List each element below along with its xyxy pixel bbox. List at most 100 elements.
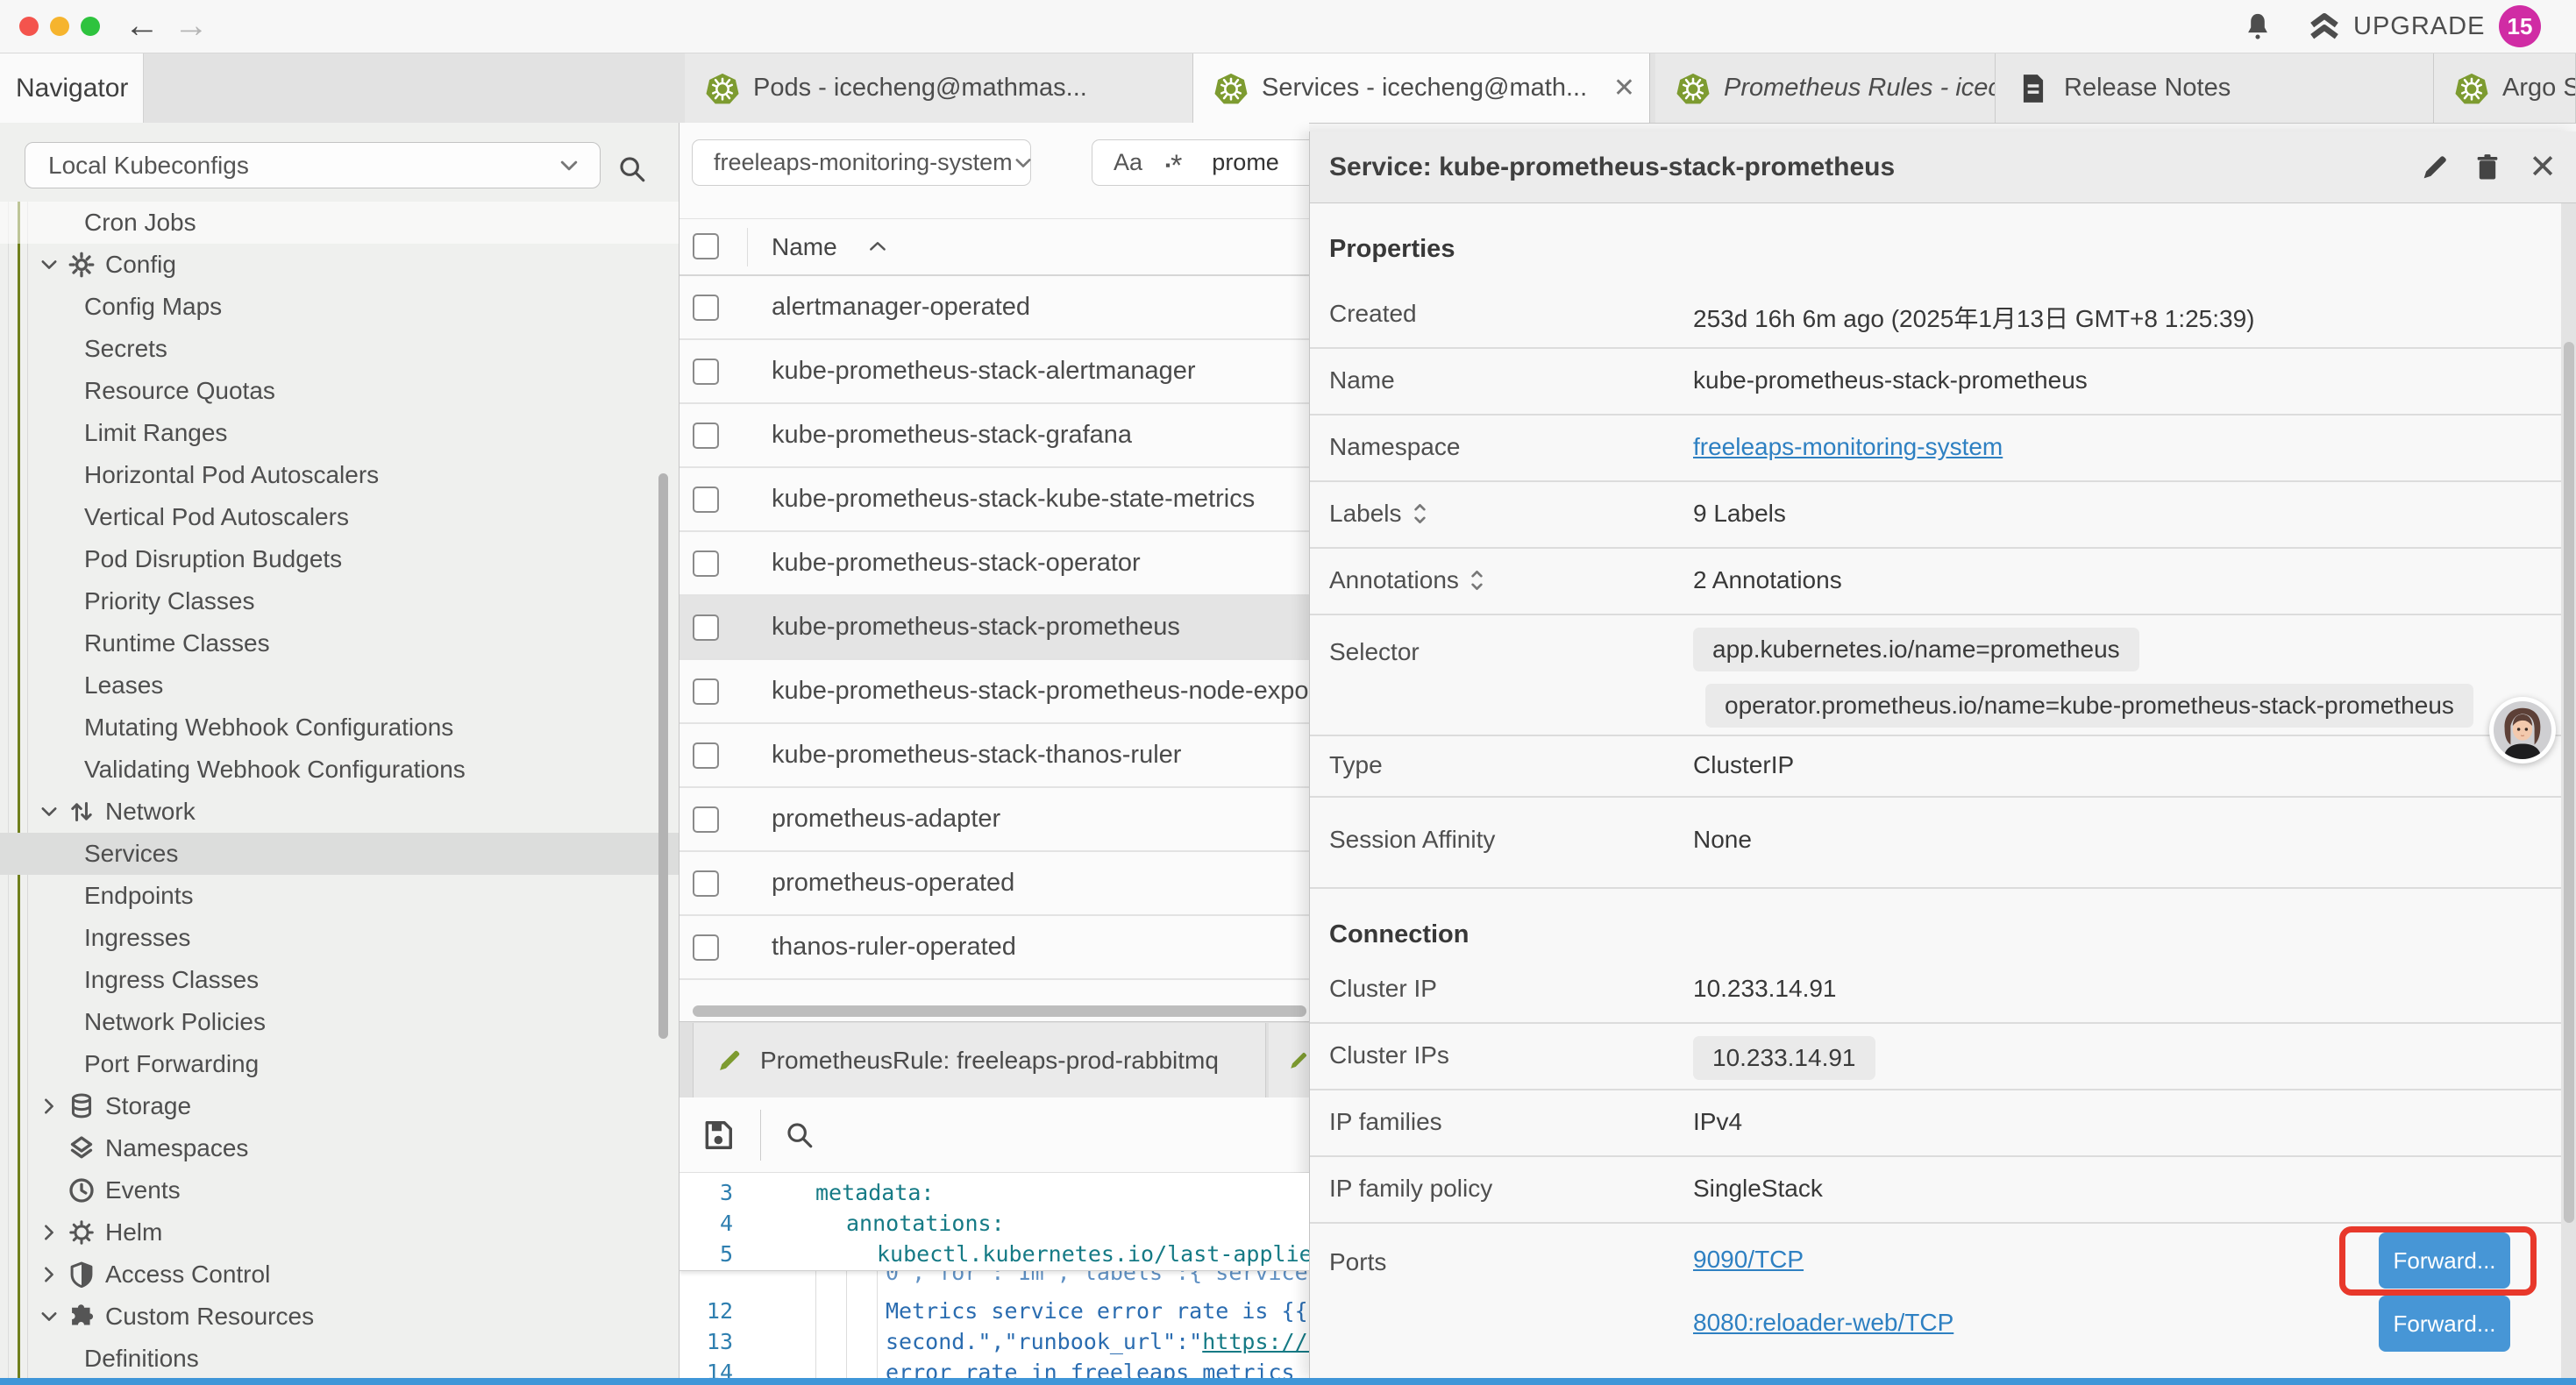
sidebar-item-namespaces[interactable]: Namespaces [0, 1127, 680, 1169]
chevron-down-icon[interactable] [39, 254, 60, 275]
sidebar-item-resource-quotas[interactable]: Resource Quotas [0, 370, 680, 412]
table-row[interactable]: kube-prometheus-stack-operator [680, 532, 1309, 596]
sidebar-item-services[interactable]: Services [0, 833, 680, 875]
row-checkbox[interactable] [693, 678, 719, 705]
sidebar-item-config[interactable]: Config [0, 244, 680, 286]
sidebar-item-leases[interactable]: Leases [0, 664, 680, 707]
yaml-editor[interactable]: 3metadata:4annotations:5kubectl.kubernet… [680, 1173, 1309, 1378]
row-checkbox[interactable] [693, 550, 719, 577]
close-icon[interactable]: ✕ [2525, 144, 2560, 174]
sidebar-item-priority-classes[interactable]: Priority Classes [0, 580, 680, 622]
table-row[interactable]: kube-prometheus-stack-kube-state-metrics [680, 468, 1309, 532]
sidebar-item-vertical-pod-autoscalers[interactable]: Vertical Pod Autoscalers [0, 496, 680, 538]
edit-pencil-icon[interactable] [2420, 153, 2450, 182]
back-button[interactable]: ← [125, 0, 160, 53]
chevron-down-icon[interactable] [39, 1306, 60, 1327]
forward-button[interactable]: → [174, 0, 209, 53]
notifications-bell-icon[interactable] [2243, 11, 2273, 41]
trash-icon[interactable] [2473, 153, 2502, 182]
window-minimize-button[interactable] [50, 17, 69, 36]
forward-button[interactable]: Forward... [2379, 1296, 2510, 1352]
tab-services-icecheng-math[interactable]: Services - icecheng@math...✕ [1193, 53, 1650, 123]
match-case-toggle[interactable]: Aa [1114, 149, 1142, 176]
sort-ascending-icon[interactable] [868, 240, 887, 254]
editor-tab-secondary[interactable] [1269, 1023, 1309, 1098]
row-checkbox[interactable] [693, 806, 719, 833]
sidebar-item-runtime-classes[interactable]: Runtime Classes [0, 622, 680, 664]
sidebar-item-endpoints[interactable]: Endpoints [0, 875, 680, 917]
row-checkbox[interactable] [693, 359, 719, 385]
horizontal-scrollbar[interactable] [693, 1005, 1306, 1017]
table-row[interactable]: kube-prometheus-stack-prometheus-node-ex… [680, 660, 1309, 724]
sidebar-item-definitions[interactable]: Definitions [0, 1338, 680, 1378]
table-row[interactable]: alertmanager-operated [680, 276, 1309, 340]
list-search-box[interactable]: Aa ▪* prome [1092, 139, 1309, 186]
tab-prometheus-rules-icecheng[interactable]: Prometheus Rules - icecheng... [1655, 53, 1996, 123]
row-checkbox[interactable] [693, 870, 719, 897]
select-all-checkbox[interactable] [693, 233, 719, 259]
sidebar-item-pod-disruption-budgets[interactable]: Pod Disruption Budgets [0, 538, 680, 580]
chevron-right-icon[interactable] [39, 1096, 60, 1117]
sidebar-item-access-control[interactable]: Access Control [0, 1254, 680, 1296]
sidebar-item-mutating-webhook-configurations[interactable]: Mutating Webhook Configurations [0, 707, 680, 749]
sidebar-item-events[interactable]: Events [0, 1169, 680, 1211]
namespace-filter-dropdown[interactable]: freeleaps-monitoring-system [692, 139, 1031, 186]
row-checkbox[interactable] [693, 614, 719, 641]
table-row[interactable]: prometheus-adapter [680, 788, 1309, 852]
sidebar-item-custom-resources[interactable]: Custom Resources [0, 1296, 680, 1338]
table-row[interactable]: kube-prometheus-stack-grafana [680, 404, 1309, 468]
row-checkbox[interactable] [693, 934, 719, 961]
sidebar-item-network-policies[interactable]: Network Policies [0, 1001, 680, 1043]
sidebar-scrollbar[interactable] [658, 473, 668, 1039]
tab-argo-se[interactable]: Argo Se [2434, 53, 2576, 123]
row-checkbox[interactable] [693, 423, 719, 449]
user-avatar[interactable] [2489, 697, 2556, 764]
table-row[interactable]: kube-prometheus-stack-thanos-ruler [680, 724, 1309, 788]
editor-tab-prometheusrule[interactable]: PrometheusRule: freeleaps-prod-rabbitmq [693, 1023, 1266, 1098]
save-icon[interactable] [701, 1119, 735, 1152]
namespace-link[interactable]: freeleaps-monitoring-system [1693, 433, 2003, 460]
column-header-name[interactable]: Name [772, 219, 837, 274]
sidebar-item-limit-ranges[interactable]: Limit Ranges [0, 412, 680, 454]
row-checkbox[interactable] [693, 487, 719, 513]
table-row[interactable]: prometheus-operated [680, 852, 1309, 916]
row-checkbox[interactable] [693, 742, 719, 769]
sidebar-item-config-maps[interactable]: Config Maps [0, 286, 680, 328]
row-checkbox[interactable] [693, 295, 719, 321]
sort-toggle-icon[interactable] [1413, 501, 1427, 527]
port-link[interactable]: 9090/TCP [1693, 1246, 1804, 1274]
editor-search-icon[interactable] [785, 1120, 815, 1150]
chevron-right-icon[interactable] [39, 1264, 60, 1285]
sidebar-item-storage[interactable]: Storage [0, 1085, 680, 1127]
table-row[interactable]: kube-prometheus-stack-prometheus [680, 596, 1309, 660]
notification-count-badge[interactable]: 15 [2499, 5, 2541, 47]
regex-toggle[interactable]: ▪* [1165, 146, 1182, 180]
runbook-url-link[interactable]: https://net [1202, 1329, 1309, 1354]
sort-toggle-icon[interactable] [1469, 567, 1484, 593]
sidebar-item-port-forwarding[interactable]: Port Forwarding [0, 1043, 680, 1085]
table-row[interactable]: kube-prometheus-stack-alertmanager [680, 340, 1309, 404]
sidebar-item-horizontal-pod-autoscalers[interactable]: Horizontal Pod Autoscalers [0, 454, 680, 496]
sidebar-search-icon[interactable] [617, 154, 647, 184]
sidebar-item-cron-jobs[interactable]: Cron Jobs [0, 202, 680, 244]
tab-release-notes[interactable]: Release Notes [1996, 53, 2434, 123]
tab-navigator[interactable]: Navigator [0, 53, 144, 123]
window-close-button[interactable] [19, 17, 39, 36]
tab-close-icon[interactable]: ✕ [1613, 53, 1635, 123]
upgrade-button[interactable]: UPGRADE [2308, 9, 2485, 44]
sidebar-item-secrets[interactable]: Secrets [0, 328, 680, 370]
sidebar-item-ingress-classes[interactable]: Ingress Classes [0, 959, 680, 1001]
chevron-right-icon[interactable] [39, 1222, 60, 1243]
chevron-down-icon[interactable] [39, 801, 60, 822]
kubeconfig-selector[interactable]: Local Kubeconfigs [25, 142, 601, 188]
sidebar-item-helm[interactable]: Helm [0, 1211, 680, 1254]
sidebar-item-ingresses[interactable]: Ingresses [0, 917, 680, 959]
window-maximize-button[interactable] [81, 17, 100, 36]
search-query-text[interactable]: prome [1212, 149, 1279, 176]
panel-scrollbar[interactable] [2564, 342, 2574, 1223]
tab-pods-icecheng-mathmas[interactable]: Pods - icecheng@mathmas... [685, 53, 1193, 123]
table-row[interactable]: thanos-ruler-operated [680, 916, 1309, 980]
sidebar-item-network[interactable]: Network [0, 791, 680, 833]
sidebar-item-validating-webhook-configurations[interactable]: Validating Webhook Configurations [0, 749, 680, 791]
port-link[interactable]: 8080:reloader-web/TCP [1693, 1309, 1953, 1337]
